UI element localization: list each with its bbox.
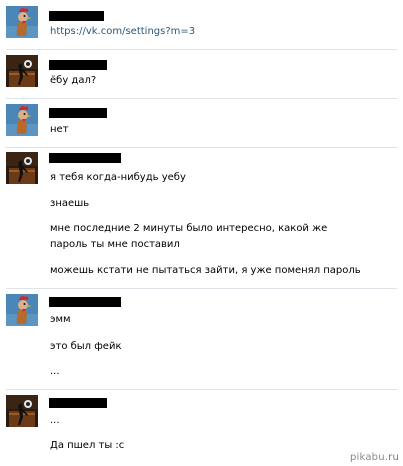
- message-text: ёбу дал?: [50, 75, 97, 86]
- dark-figure-avatar[interactable]: [6, 55, 38, 87]
- settings-link[interactable]: https://vk.com/settings?m=3: [50, 24, 370, 40]
- message-text: можешь кстати не пытаться зайти, я уже п…: [50, 265, 361, 276]
- sender-name-redacted: [49, 297, 121, 307]
- sender-name-redacted: [49, 11, 104, 21]
- message-text: эмм: [50, 314, 71, 325]
- message-text: ...: [50, 415, 60, 426]
- dark-figure-avatar[interactable]: [6, 395, 38, 427]
- message-text: нет: [50, 124, 69, 135]
- message-text: я тебя когда-нибудь уебу: [50, 172, 186, 183]
- rooster-avatar[interactable]: [6, 6, 38, 38]
- divider: [6, 147, 397, 148]
- rooster-avatar[interactable]: [6, 104, 38, 136]
- message-text: это был фейк: [50, 341, 122, 352]
- sender-name-redacted: [49, 398, 107, 408]
- pikabu-watermark: pikabu.ru: [350, 452, 399, 463]
- rooster-avatar[interactable]: [6, 294, 38, 326]
- message-text: ...: [50, 366, 60, 377]
- message-text: мне последние 2 минуты было интересно, к…: [50, 223, 328, 250]
- divider: [6, 389, 397, 390]
- divider: [6, 98, 397, 99]
- watermark-name: pikabu: [350, 452, 385, 463]
- sender-name-redacted: [49, 60, 107, 70]
- sender-name-redacted: [49, 153, 121, 163]
- message-text: Да пшел ты :c: [50, 440, 125, 451]
- message-text: знаешь: [50, 198, 90, 209]
- dark-figure-avatar[interactable]: [6, 152, 38, 184]
- divider: [6, 49, 397, 50]
- sender-name-redacted: [49, 108, 107, 118]
- watermark-tld: .ru: [384, 452, 399, 463]
- divider: [6, 288, 397, 289]
